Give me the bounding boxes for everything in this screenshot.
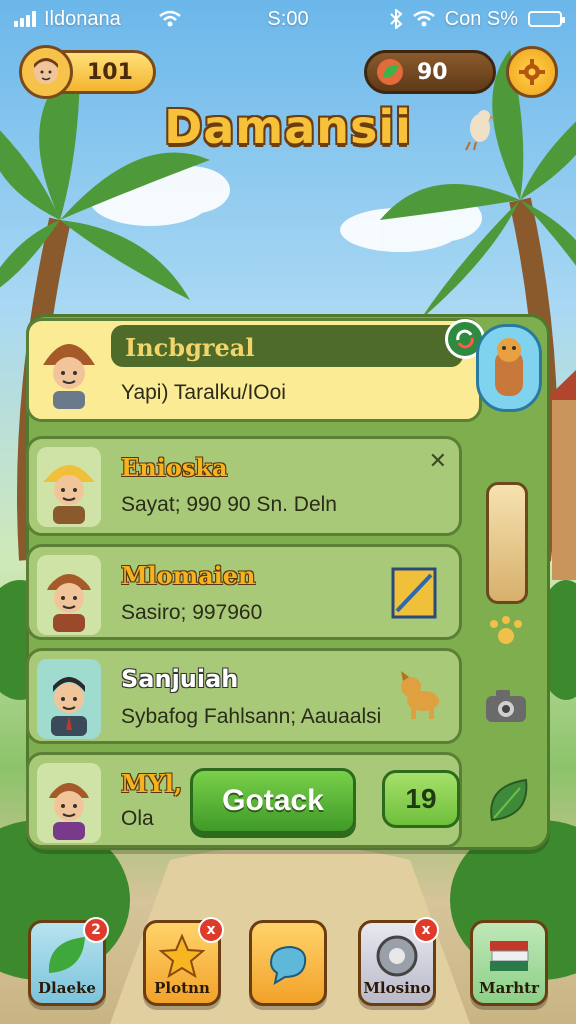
character-stats: Sayat; 990 90 Sn. Deln xyxy=(121,493,337,516)
compass-icon xyxy=(376,935,418,977)
map-icon[interactable] xyxy=(391,567,437,619)
notification-badge: x xyxy=(198,917,224,943)
notification-badge: x xyxy=(413,917,439,943)
dog-icon xyxy=(401,671,439,719)
status-bar: Ildonana S:00 Con S% xyxy=(0,0,576,38)
leaf-icon[interactable] xyxy=(486,776,532,826)
paw-icon xyxy=(490,616,522,644)
go-attack-button[interactable]: Gotack xyxy=(190,768,356,834)
character-stats: Sasiro; 997960 xyxy=(121,601,263,624)
nav-label: Marhtr xyxy=(479,979,539,997)
battery-icon xyxy=(528,11,565,27)
close-icon[interactable]: ✕ xyxy=(429,449,447,474)
character-portrait xyxy=(37,555,101,635)
nav-button-dlaeke[interactable]: Dlaeke 2 xyxy=(28,917,109,1006)
refresh-icon xyxy=(456,329,474,349)
character-name: Enioska xyxy=(121,453,228,482)
books-icon xyxy=(490,941,529,971)
gem-counter[interactable]: 90 xyxy=(364,50,496,94)
character-card-featured[interactable]: Incbgreal Yapi) Taralku/IOoi xyxy=(26,318,485,422)
jar-icon xyxy=(495,338,523,396)
character-stats: Sybafog Fahlsann; Aauaalsi xyxy=(121,705,382,728)
character-portrait xyxy=(37,659,101,739)
nav-button-marhtr[interactable]: Marhtr xyxy=(470,920,548,1006)
honey-jar-item[interactable] xyxy=(476,324,542,412)
nav-button-chat[interactable] xyxy=(249,920,327,1006)
nav-button-plotnn[interactable]: Plotnn x xyxy=(143,917,224,1006)
player-score: 101 xyxy=(87,59,133,85)
character-stats: Yapi) Taralku/IOoi xyxy=(121,381,286,404)
bird-icon xyxy=(465,110,495,151)
character-name: Sanjuiah xyxy=(121,665,239,693)
star-icon xyxy=(159,933,205,979)
nav-label: Plotnn xyxy=(154,979,210,997)
character-name: MYl, xyxy=(121,769,183,798)
player-score-pill[interactable]: 101 xyxy=(19,45,156,99)
character-card[interactable]: Enioska Sayat; 990 90 Sn. Deln ✕ xyxy=(26,436,462,536)
character-portrait xyxy=(37,763,101,843)
count-badge: 19 xyxy=(382,770,460,828)
scroll-item[interactable] xyxy=(486,482,528,604)
status-right-label: Con S% xyxy=(444,7,518,30)
character-portrait xyxy=(37,447,101,527)
camera-icon[interactable] xyxy=(484,688,528,724)
nav-label: Dlaeke xyxy=(38,979,96,997)
leaf-gem-icon xyxy=(377,59,403,85)
character-name: Incbgreal xyxy=(125,333,255,362)
player-avatar xyxy=(19,45,73,99)
nav-label: Mlosino xyxy=(363,979,431,997)
chat-bubble-icon xyxy=(269,945,307,986)
bluetooth-icon xyxy=(389,9,403,29)
wifi-icon xyxy=(412,10,435,27)
notification-badge: 2 xyxy=(83,917,109,943)
character-name: Mlomaien xyxy=(121,561,256,590)
character-card[interactable]: Sanjuiah Sybafog Fahlsann; Aauaalsi xyxy=(26,648,462,744)
nav-button-mlosino[interactable]: Mlosino x xyxy=(358,917,439,1006)
gem-count: 90 xyxy=(417,59,448,85)
leaf-icon xyxy=(48,937,85,973)
character-portrait xyxy=(37,329,101,409)
gear-icon xyxy=(519,59,545,85)
character-card[interactable]: Mlomaien Sasiro; 997960 xyxy=(26,544,462,640)
character-stats: Ola xyxy=(121,807,154,830)
status-right: Con S% xyxy=(389,7,565,31)
settings-button[interactable] xyxy=(506,46,558,98)
